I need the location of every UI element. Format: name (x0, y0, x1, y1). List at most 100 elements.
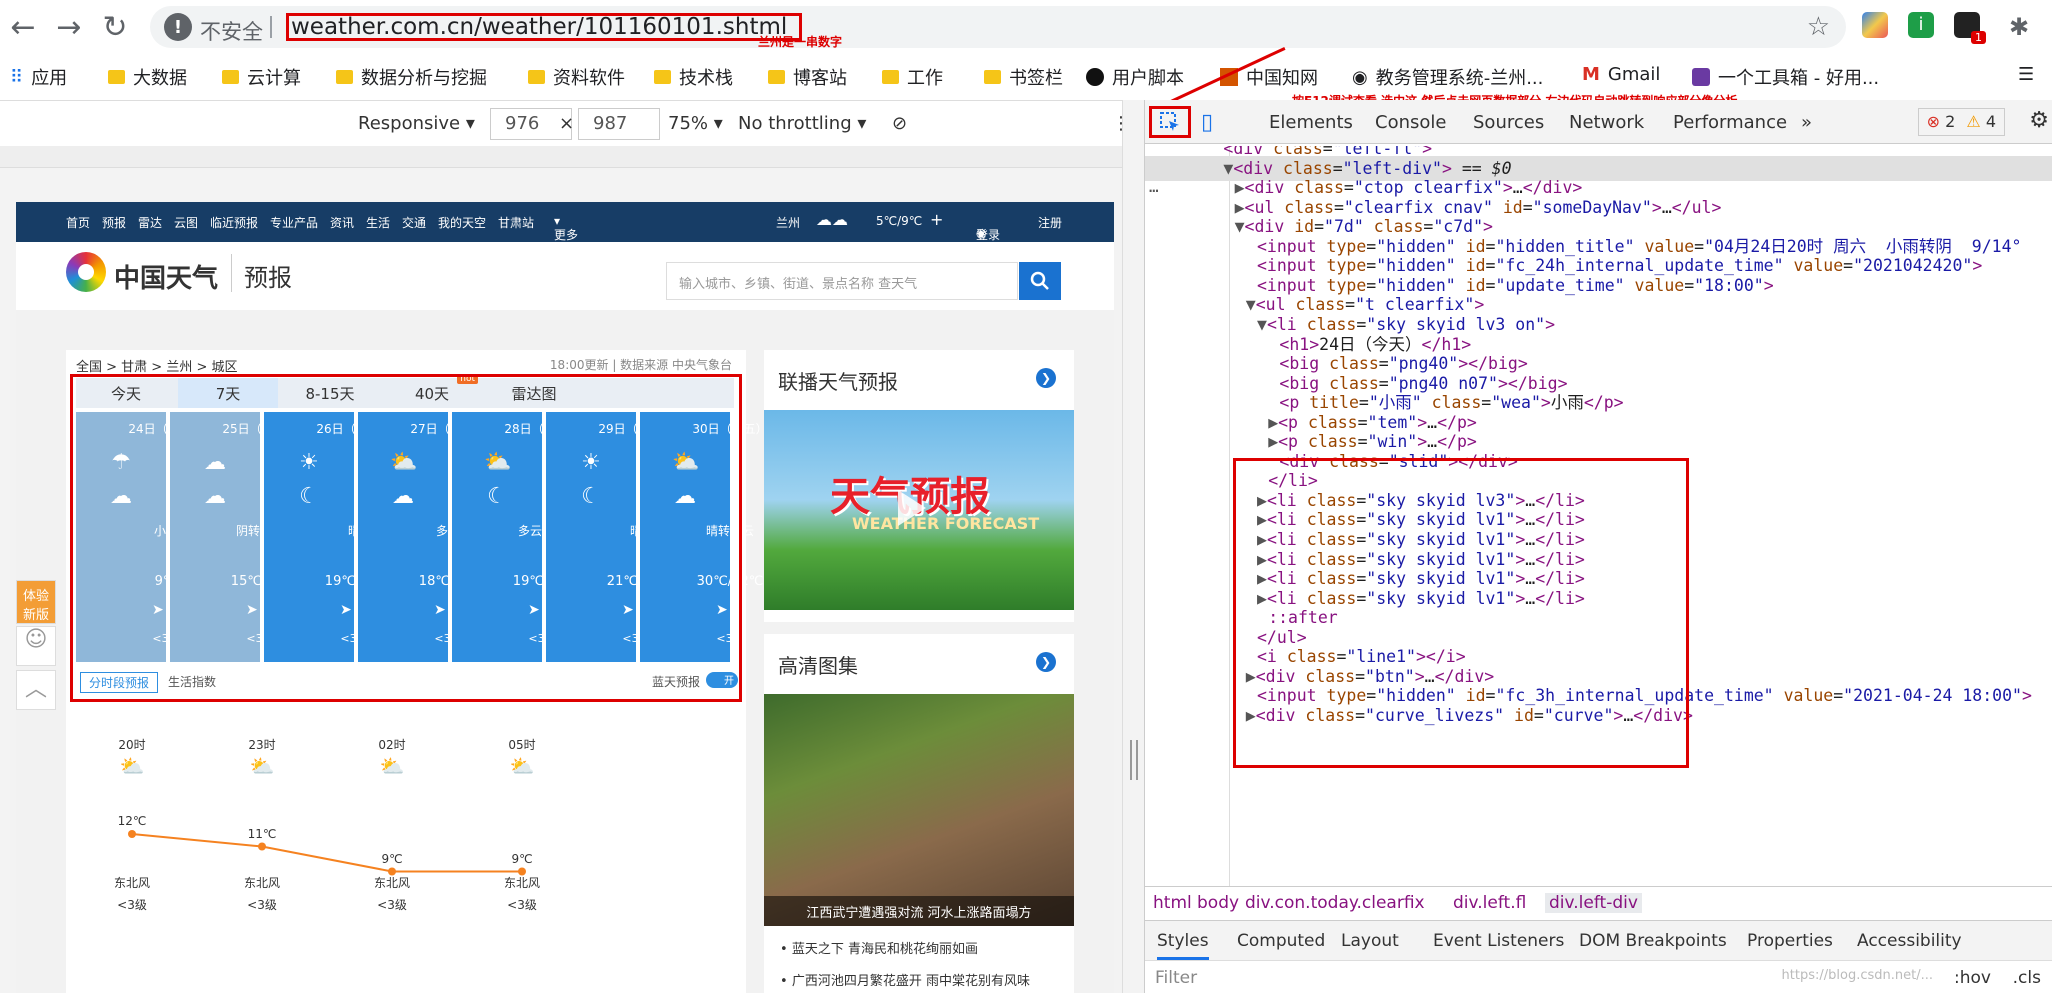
chevron-right-icon[interactable]: ❯ (1036, 652, 1056, 672)
site-nav-item[interactable]: 预报 (102, 214, 126, 231)
city-label[interactable]: 兰州 (776, 214, 800, 231)
filter-input[interactable]: Filter (1155, 968, 1197, 988)
tab-computed[interactable]: Computed (1237, 931, 1325, 951)
chevron-right-icon[interactable]: ❯ (1036, 368, 1056, 388)
hour-wind-level: <3级 (377, 898, 407, 912)
video-card: 联播天气预报 ❯ 天气预报 WEATHER FORECAST (764, 350, 1074, 622)
forward-icon[interactable]: → (50, 8, 88, 46)
site-nav-item[interactable]: 交通 (402, 214, 426, 231)
site-nav-item[interactable]: 我的天空 (438, 214, 486, 231)
reload-icon[interactable]: ↻ (96, 8, 134, 46)
tab-styles[interactable]: Styles (1157, 931, 1209, 960)
back-to-top-icon[interactable]: ︿ (16, 670, 56, 710)
extension-icon[interactable] (1862, 12, 1888, 38)
breadcrumb[interactable]: 全国 > 甘肃 > 兰州 > 城区 (76, 356, 237, 375)
folder-icon (222, 70, 239, 84)
bookmark-userscript[interactable]: 用户脚本 (1086, 64, 1184, 90)
extension-badge-icon[interactable]: 1 (1954, 12, 1986, 44)
issues-counter[interactable]: ⊗ 2 ⚠ 4 (1917, 108, 2005, 136)
bookmark-apps[interactable]: ⠿ 应用 (10, 64, 67, 90)
more-tabs-icon[interactable]: » (1801, 112, 1812, 133)
devtools-splitter[interactable] (1122, 100, 1144, 993)
inspect-element-button[interactable] (1149, 106, 1191, 138)
reading-list-icon[interactable]: ☰ (2018, 64, 2034, 85)
bookmark-folder[interactable]: 工作 (882, 64, 943, 90)
tab-dom-breakpoints[interactable]: DOM Breakpoints (1579, 931, 1727, 951)
url-text[interactable]: weather.com.cn/weather/101160101.shtml (286, 13, 803, 41)
tab-layout[interactable]: Layout (1341, 931, 1399, 951)
dom-breadcrumbs: html body div.con.today.clearfix div.lef… (1145, 886, 2052, 920)
crumb-con[interactable]: div.con.today.clearfix (1245, 893, 1425, 913)
tab-event-listeners[interactable]: Event Listeners (1433, 931, 1564, 951)
tab-elements[interactable]: Elements (1269, 112, 1353, 133)
zoom-dropdown[interactable]: 75% ▾ (668, 113, 723, 134)
news-item[interactable]: • 蓝天之下 青海民和桃花绚丽如画 (780, 938, 978, 957)
extension-info-icon[interactable]: i (1908, 12, 1934, 38)
search-input[interactable]: 输入城市、乡镇、街道、景点名称 查天气 (666, 262, 1018, 300)
gallery-photo[interactable]: 江西武宁遭遇强对流 河水上涨路面塌方 (764, 694, 1074, 926)
tab-performance[interactable]: Performance (1673, 112, 1787, 133)
cloud-icon: ☁☁ (816, 210, 848, 229)
tab-properties[interactable]: Properties (1747, 931, 1833, 951)
height-input[interactable]: 987 (578, 108, 660, 140)
hov-button[interactable]: :hov (1954, 968, 1991, 988)
tab-sources[interactable]: Sources (1473, 112, 1544, 133)
site-nav-item[interactable]: 雷达 (138, 214, 162, 231)
hour-wind-level: <3级 (117, 898, 147, 912)
logo-icon[interactable] (66, 252, 106, 292)
device-toolbar: Responsive ▾ 976 × 987 75% ▾ No throttli… (0, 100, 1142, 146)
play-icon[interactable] (898, 490, 926, 526)
address-bar[interactable]: ! 不安全 weather.com.cn/weather/101160101.s… (150, 6, 1846, 49)
bookmark-folder[interactable]: 数据分析与挖掘 (336, 64, 487, 90)
add-city-button[interactable]: + (930, 210, 943, 229)
bookmark-folder[interactable]: 博客站 (768, 64, 847, 90)
bookmark-toolbox[interactable]: 一个工具箱 - 好用... (1692, 64, 1879, 90)
site-nav-item[interactable]: 资讯 (330, 214, 354, 231)
cls-button[interactable]: .cls (2013, 968, 2041, 988)
crumb-left-div[interactable]: div.left-div (1545, 893, 1642, 913)
bookmark-folder[interactable]: 技术栈 (654, 64, 733, 90)
warning-icon[interactable]: ! (164, 13, 192, 41)
current-temp: 5℃/9℃ (876, 214, 923, 228)
bookmark-folder[interactable]: 云计算 (222, 64, 301, 90)
bookmark-folder[interactable]: 资料软件 (528, 64, 625, 90)
tab-accessibility[interactable]: Accessibility (1857, 931, 1962, 951)
throttle-dropdown[interactable]: No throttling ▾ (738, 113, 866, 134)
hour-temp: 9℃ (511, 851, 533, 866)
try-new-version-button[interactable]: 体验新版 (16, 580, 56, 624)
bookmark-edu[interactable]: ◉ 教务管理系统-兰州... (1352, 64, 1543, 90)
video-card-title[interactable]: 联播天气预报 (778, 366, 898, 395)
rotate-icon[interactable]: ⊘ (892, 113, 907, 134)
crumb-html[interactable]: html (1153, 893, 1192, 913)
hour-weather-icon: ⛅ (509, 754, 535, 778)
bookmark-star-icon[interactable]: ☆ (1807, 12, 1830, 42)
tab-network[interactable]: Network (1569, 112, 1644, 133)
video-thumbnail[interactable]: 天气预报 WEATHER FORECAST (764, 410, 1074, 610)
feedback-smile-icon[interactable]: ☺ (16, 626, 56, 666)
crumb-left-fl[interactable]: div.left.fl (1453, 893, 1526, 913)
search-button[interactable] (1019, 262, 1061, 300)
settings-gear-icon[interactable]: ⚙ (2029, 108, 2049, 133)
tab-console[interactable]: Console (1375, 112, 1446, 133)
back-icon[interactable]: ← (4, 8, 42, 46)
site-nav-more[interactable]: 更多 ▾ (554, 214, 578, 242)
bookmark-folder[interactable]: 大数据 (108, 64, 187, 90)
crumb-body[interactable]: body (1197, 893, 1239, 913)
site-nav-item[interactable]: 专业产品 (270, 214, 318, 231)
bookmark-cnki[interactable]: 中国知网 (1220, 64, 1318, 90)
news-item[interactable]: • 广西河池四月繁花盛开 雨中棠花别有风味 (780, 970, 1030, 989)
splitter-grip-icon[interactable] (1130, 740, 1138, 780)
gallery-title[interactable]: 高清图集 (778, 650, 858, 679)
site-nav-item[interactable]: 生活 (366, 214, 390, 231)
puzzle-icon[interactable]: ✱ (2000, 8, 2038, 46)
site-nav-item[interactable]: 云图 (174, 214, 198, 231)
responsive-dropdown[interactable]: Responsive ▾ (358, 113, 475, 134)
register-link[interactable]: 注册 (1038, 214, 1062, 231)
bookmark-folder[interactable]: 书签栏 (984, 64, 1063, 90)
device-toggle-icon[interactable]: ▯ (1201, 110, 1213, 135)
site-nav-item[interactable]: 临近预报 (210, 214, 258, 231)
bookmark-gmail[interactable]: M Gmail (1582, 64, 1660, 85)
site-nav-item[interactable]: 首页 (66, 214, 90, 231)
site-nav-item[interactable]: 甘肃站 (498, 214, 534, 231)
logo-text[interactable]: 中国天气 (114, 258, 218, 295)
